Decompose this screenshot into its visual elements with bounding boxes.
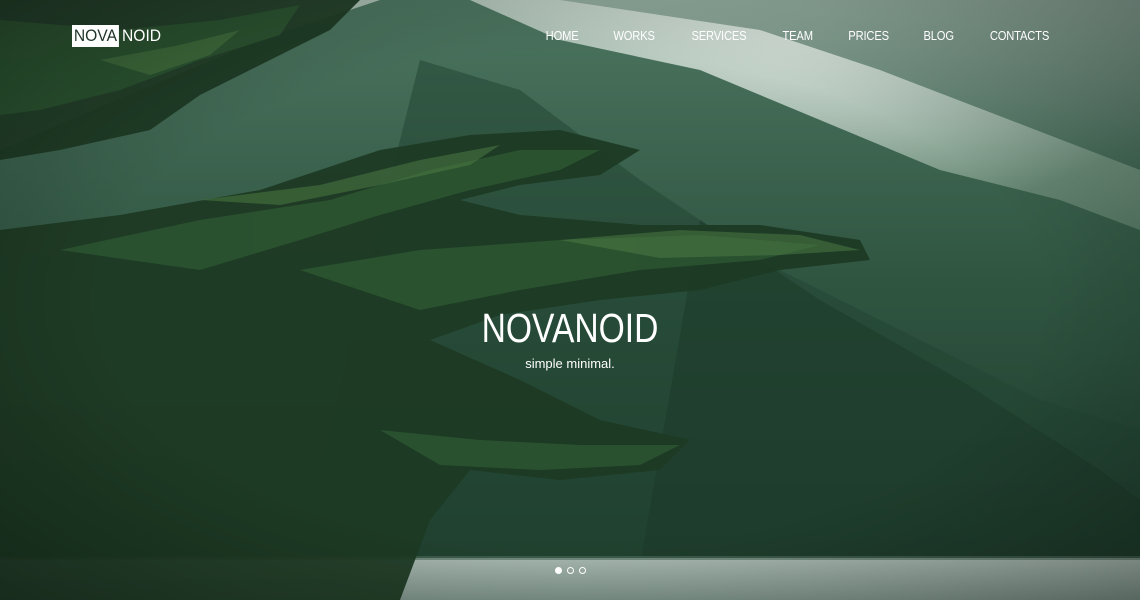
slider-dot-2[interactable] (566, 567, 574, 574)
hero-caption: NOVANOID simple minimal. (0, 303, 1140, 373)
logo-boxed-text: NOVA (72, 25, 119, 47)
slider-dot-1[interactable] (554, 567, 562, 574)
logo-rest-text: NOID (121, 26, 162, 45)
slider-pagination (0, 567, 1140, 574)
main-navigation: HOME WORKS SERVICES TEAM PRICES BLOG CON… (543, 27, 1054, 45)
nav-item-blog[interactable]: BLOG (923, 27, 954, 45)
nav-item-home[interactable]: HOME (546, 27, 579, 45)
hero-title: NOVANOID (481, 305, 659, 351)
nav-item-team[interactable]: TEAM (783, 27, 814, 45)
site-logo[interactable]: NOVA NOID (72, 25, 164, 47)
hero-subtitle: simple minimal. (525, 356, 615, 371)
nav-item-contacts[interactable]: CONTACTS (990, 27, 1049, 45)
hero-section: NOVA NOID HOME WORKS SERVICES TEAM PRICE… (0, 0, 1140, 600)
site-header: NOVA NOID HOME WORKS SERVICES TEAM PRICE… (0, 0, 1140, 72)
nav-item-prices[interactable]: PRICES (848, 27, 889, 45)
hero-background-image (0, 0, 1140, 600)
slider-dot-3[interactable] (578, 567, 586, 574)
nav-item-services[interactable]: SERVICES (692, 27, 747, 45)
nav-item-works[interactable]: WORKS (614, 27, 656, 45)
